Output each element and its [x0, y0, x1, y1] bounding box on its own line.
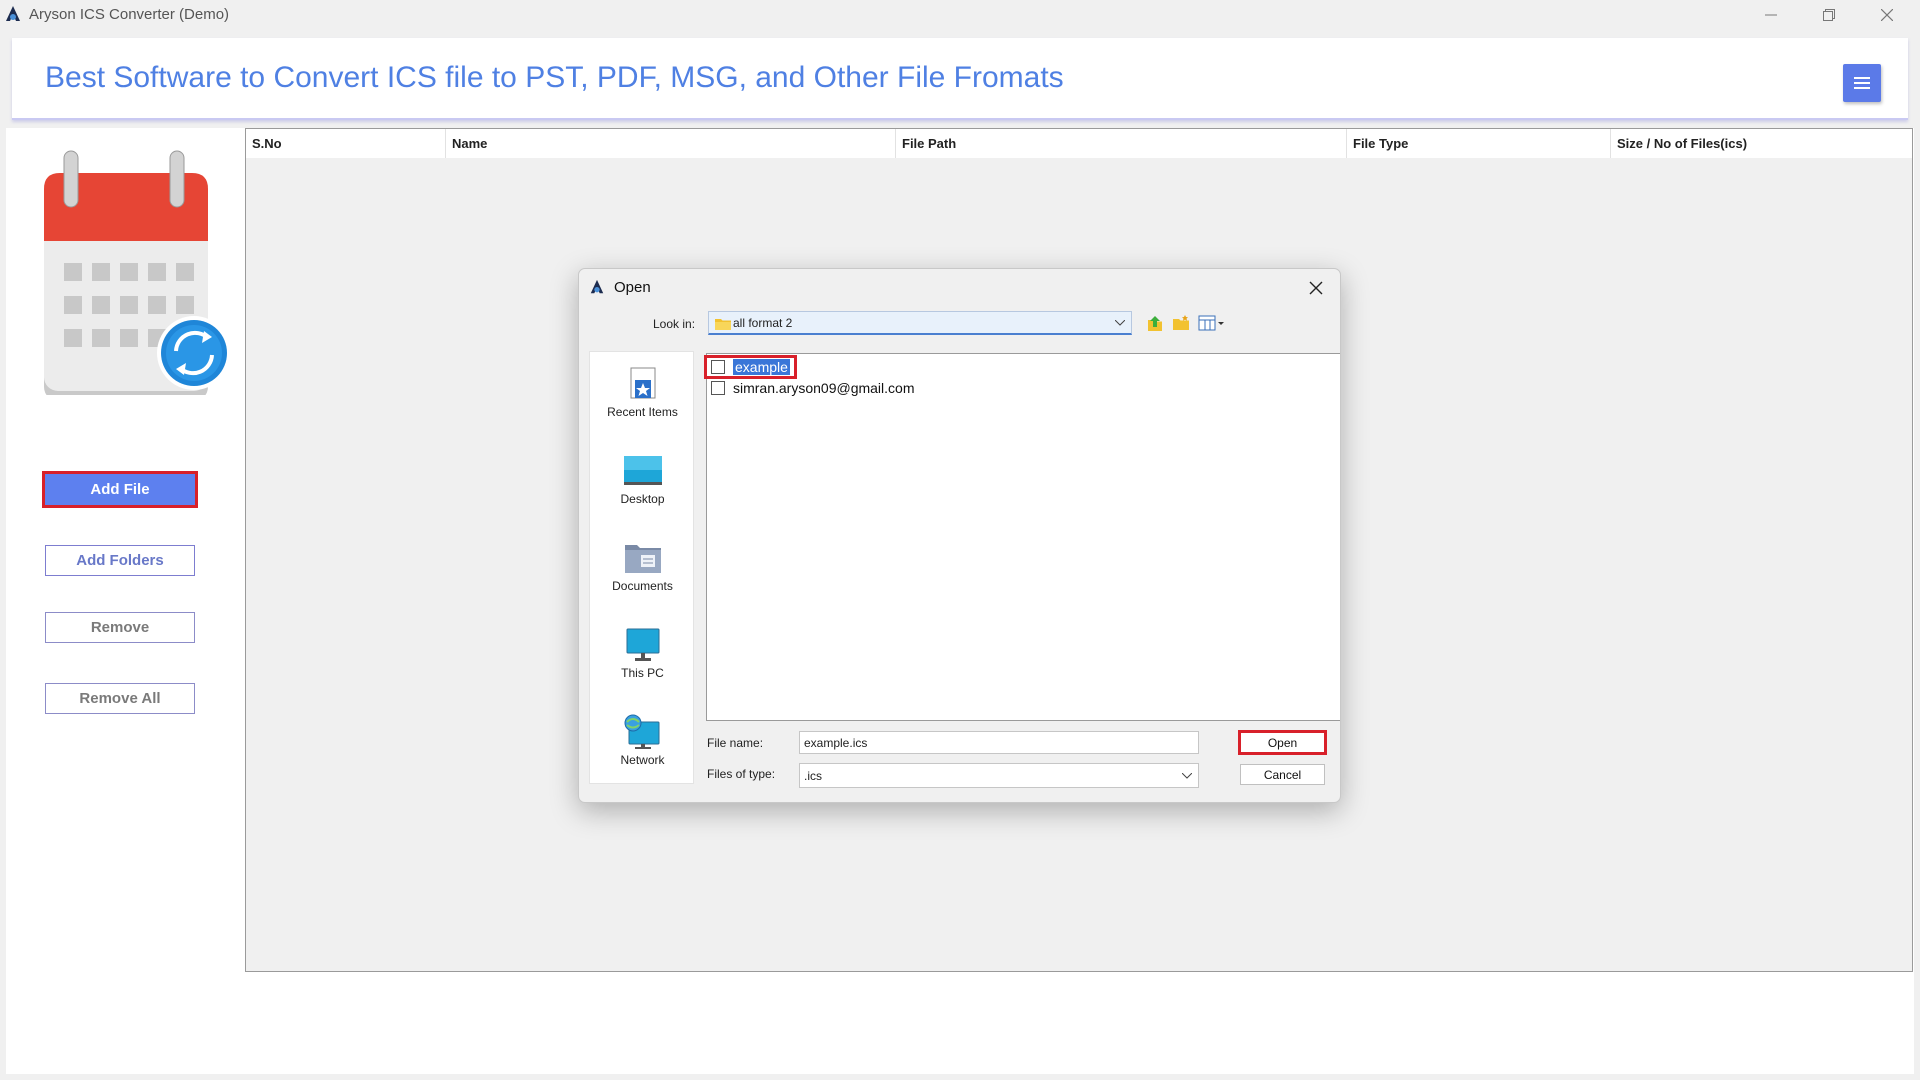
add-folders-button[interactable]: Add Folders — [45, 545, 195, 576]
file-name: example — [733, 359, 790, 375]
place-desktop[interactable]: Desktop — [590, 453, 695, 517]
file-name-label: File name: — [707, 736, 764, 750]
look-in-label: Look in: — [653, 317, 696, 331]
column-header-file-path[interactable]: File Path — [896, 129, 1347, 158]
places-bar: Recent Items Desktop Documents This PC N… — [589, 351, 694, 784]
dialog-title: Open — [614, 279, 651, 296]
remove-all-button[interactable]: Remove All — [45, 683, 195, 714]
look-in-dropdown[interactable]: all format 2 — [708, 311, 1132, 335]
chevron-down-icon — [1182, 772, 1192, 779]
place-documents[interactable]: Documents — [590, 540, 695, 604]
recent-items-icon — [630, 367, 655, 399]
open-file-dialog: Open Look in: all format 2 Recent Items — [578, 268, 1341, 803]
place-network[interactable]: Network — [590, 714, 695, 778]
file-icon — [711, 381, 725, 395]
place-label: Network — [620, 753, 665, 767]
remove-button[interactable]: Remove — [45, 612, 195, 643]
hamburger-icon — [1854, 77, 1870, 89]
folder-icon — [715, 319, 731, 330]
title-bar: Aryson ICS Converter (Demo) — [0, 0, 1920, 30]
network-icon — [624, 714, 659, 749]
file-item-example[interactable]: example — [704, 355, 797, 379]
cancel-button[interactable]: Cancel — [1240, 764, 1325, 785]
open-button[interactable]: Open — [1238, 730, 1327, 755]
column-header-name[interactable]: Name — [446, 129, 896, 158]
headline: Best Software to Convert ICS file to PST… — [45, 61, 1064, 94]
table-header: S.No Name File Path File Type Size / No … — [246, 129, 1912, 158]
new-folder-icon[interactable] — [1172, 314, 1190, 332]
file-type-dropdown[interactable]: .ics — [799, 763, 1199, 788]
app-logo-icon — [6, 6, 20, 21]
computer-icon — [626, 628, 659, 661]
minimize-button[interactable] — [1742, 0, 1800, 30]
file-list[interactable]: example simran.aryson09@gmail.com — [704, 353, 1340, 721]
look-in-value: all format 2 — [733, 315, 793, 330]
place-recent-items[interactable]: Recent Items — [590, 366, 695, 430]
header-banner: Best Software to Convert ICS file to PST… — [12, 38, 1908, 120]
column-header-sno[interactable]: S.No — [246, 129, 446, 158]
dialog-close-icon[interactable] — [1307, 279, 1325, 297]
close-icon — [1881, 9, 1893, 21]
restore-icon — [1823, 9, 1835, 21]
file-name-input[interactable]: example.ics — [799, 731, 1199, 754]
desktop-icon — [623, 456, 662, 485]
place-this-pc[interactable]: This PC — [590, 627, 695, 691]
dialog-app-icon — [590, 279, 604, 294]
calendar-sync-logo — [44, 150, 231, 395]
file-name: simran.aryson09@gmail.com — [733, 380, 915, 396]
add-file-button[interactable]: Add File — [42, 471, 198, 508]
documents-icon — [624, 545, 661, 573]
place-label: Desktop — [620, 492, 665, 506]
place-label: Documents — [612, 579, 673, 593]
column-header-size[interactable]: Size / No of Files(ics) — [1611, 129, 1912, 158]
file-type-value: .ics — [804, 768, 822, 783]
restore-button[interactable] — [1800, 0, 1858, 30]
file-icon — [711, 360, 725, 374]
up-one-level-icon[interactable] — [1146, 314, 1164, 332]
view-menu-icon[interactable] — [1198, 314, 1226, 332]
place-label: Recent Items — [607, 405, 678, 419]
minimize-icon — [1765, 14, 1777, 16]
column-header-file-type[interactable]: File Type — [1347, 129, 1611, 158]
close-window-button[interactable] — [1858, 0, 1916, 30]
window-title: Aryson ICS Converter (Demo) — [29, 6, 230, 23]
chevron-down-icon — [1115, 319, 1125, 326]
file-item-gmail[interactable]: simran.aryson09@gmail.com — [711, 379, 915, 397]
place-label: This PC — [621, 666, 664, 680]
file-type-label: Files of type: — [707, 767, 776, 781]
menu-button[interactable] — [1843, 64, 1881, 102]
